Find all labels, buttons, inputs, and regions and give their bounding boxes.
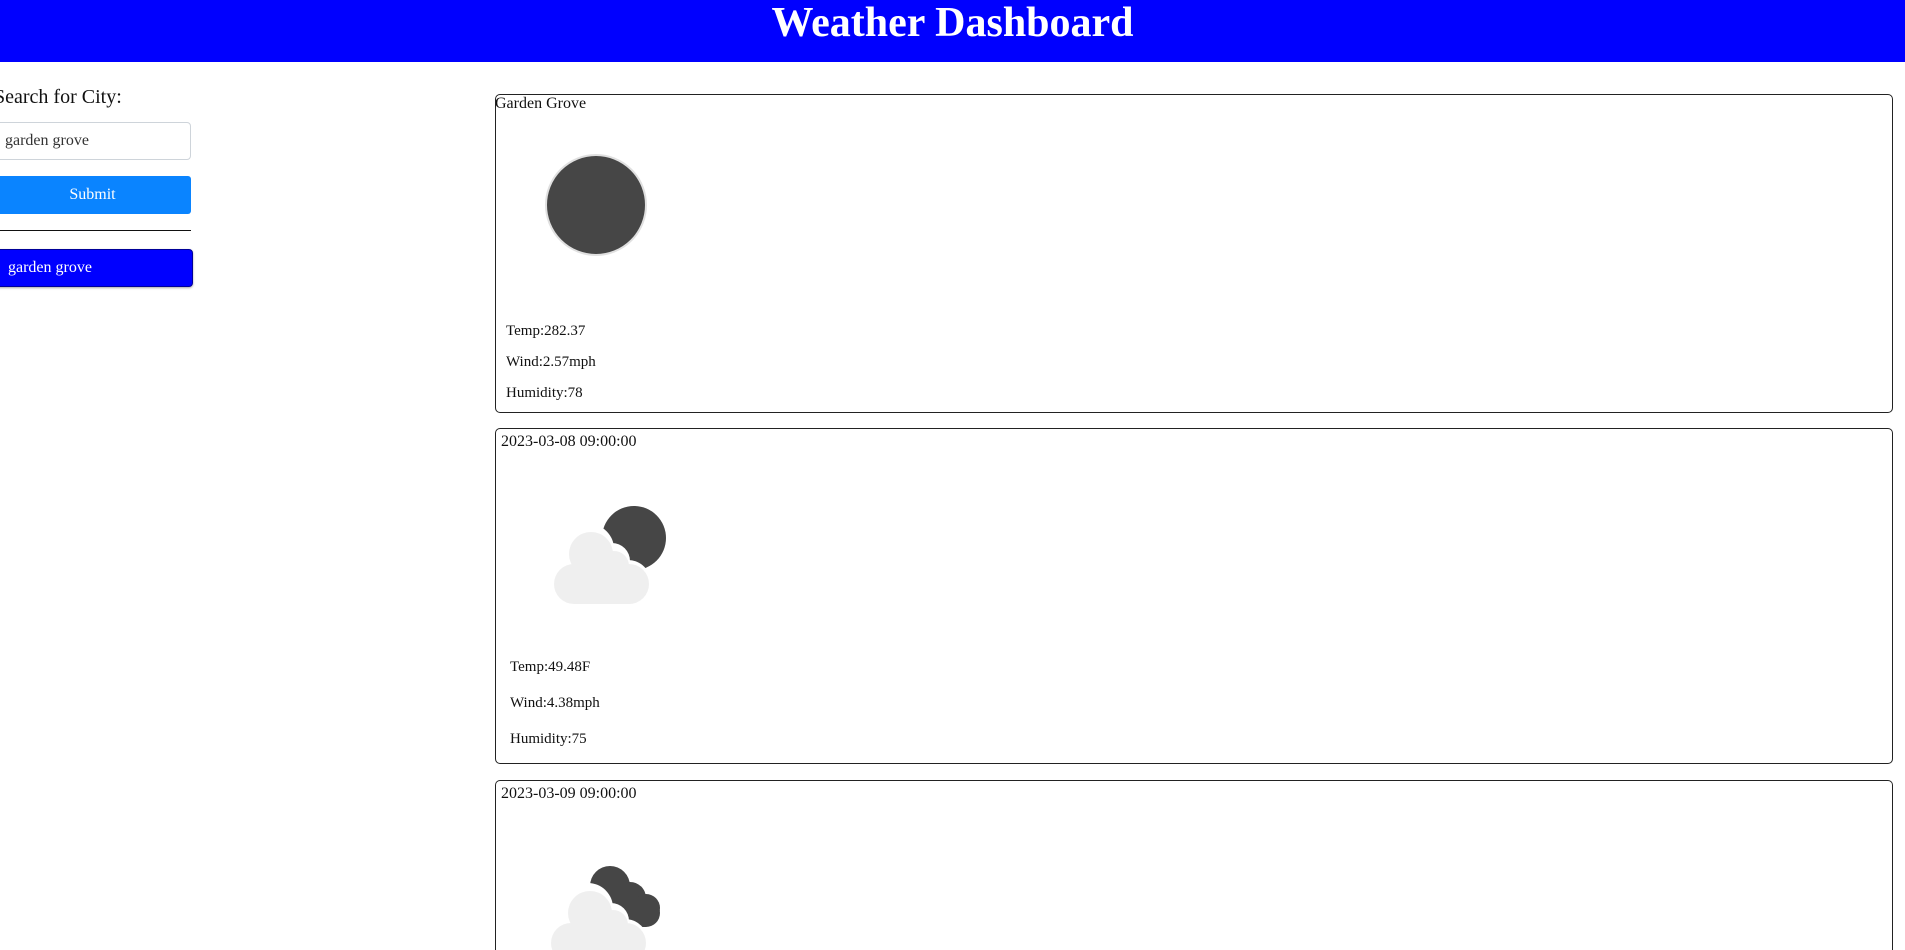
city-search-input[interactable]: [0, 122, 191, 160]
current-wind: Wind:2.57mph: [506, 354, 596, 370]
search-label: Search for City:: [0, 86, 122, 108]
sidebar-divider: [0, 230, 191, 231]
forecast-card: 2023-03-08 09:00:00 Temp:49.48F Wind:4.3…: [495, 428, 1893, 764]
search-sidebar: Search for City: Submit garden grove: [0, 86, 194, 287]
page-title: Weather Dashboard: [771, 0, 1134, 46]
submit-button[interactable]: Submit: [0, 176, 191, 214]
cloudy-night-icon: [548, 866, 660, 950]
forecast-wind: Wind:4.38mph: [510, 695, 600, 711]
forecast-date: 2023-03-08 09:00:00: [501, 433, 637, 450]
current-humidity: Humidity:78: [506, 385, 583, 401]
page-header: Weather Dashboard: [0, 0, 1905, 62]
partly-cloudy-night-icon: [551, 506, 666, 606]
forecast-date: 2023-03-09 09:00:00: [501, 785, 637, 802]
current-temp: Temp:282.37: [506, 323, 586, 339]
history-city-button[interactable]: garden grove: [0, 249, 193, 287]
forecast-humidity: Humidity:75: [510, 731, 587, 747]
city-name: Garden Grove: [495, 95, 587, 112]
forecast-temp: Temp:49.48F: [510, 659, 591, 675]
dark-moon-icon: [545, 154, 647, 256]
forecast-card: 2023-03-09 09:00:00: [495, 780, 1893, 950]
current-weather-card: Garden Grove Temp:282.37 Wind:2.57mph Hu…: [495, 94, 1893, 413]
